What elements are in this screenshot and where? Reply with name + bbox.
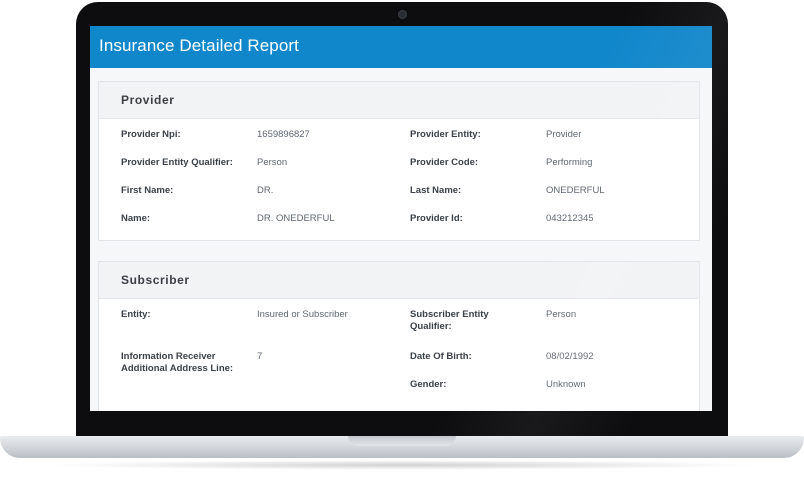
field-value: Unknown	[546, 379, 586, 390]
field-label: Provider Entity:	[410, 129, 481, 140]
field-label: Provider Entity Qualifier:	[121, 157, 233, 168]
field-label: Date Of Birth:	[410, 351, 472, 362]
field-label: Gender:	[410, 379, 447, 390]
field-label: Information Receiver Additional Address …	[121, 351, 234, 374]
laptop-shadow	[40, 460, 764, 470]
subscriber-card: Subscriber Entity: Insured or Subscriber…	[98, 261, 700, 411]
page-title: Insurance Detailed Report	[99, 36, 300, 55]
field-label: Provider Npi:	[121, 129, 181, 140]
field-value: Insured or Subscriber	[257, 309, 348, 320]
provider-card: Provider Provider Npi: 1659896827 Provid…	[98, 81, 700, 241]
field-value: Performing	[546, 157, 593, 168]
field-value: DR. ONEDERFUL	[257, 213, 335, 224]
field-value: Person	[546, 309, 577, 320]
field-value: Provider	[546, 129, 582, 140]
provider-section-title: Provider	[121, 93, 175, 107]
field-value: 7	[257, 351, 263, 362]
subscriber-section-title: Subscriber	[121, 273, 190, 287]
field-label: Subscriber Entity Qualifier:	[410, 309, 489, 332]
subscriber-card-header: Subscriber	[99, 262, 699, 299]
field-value: DR.	[257, 185, 274, 196]
field-value: 08/02/1992	[546, 351, 594, 362]
field-label: Entity:	[121, 309, 151, 320]
app-header: Insurance Detailed Report	[90, 26, 712, 68]
field-label: First Name:	[121, 185, 174, 196]
field-label: Provider Code:	[410, 157, 479, 168]
field-label: Provider Id:	[410, 213, 463, 224]
laptop-screen: Insurance Detailed Report Provider Provi…	[90, 26, 712, 411]
laptop-notch	[348, 436, 456, 446]
provider-card-header: Provider	[99, 82, 699, 119]
field-label: Last Name:	[410, 185, 462, 196]
field-value: ONEDERFUL	[546, 185, 605, 196]
webcam-icon	[398, 10, 407, 19]
field-value: Person	[257, 157, 288, 168]
field-value: 1659896827	[257, 129, 310, 140]
field-value: 043212345	[546, 213, 594, 224]
report-content[interactable]: Provider Provider Npi: 1659896827 Provid…	[90, 68, 712, 411]
field-label: Name:	[121, 213, 151, 224]
